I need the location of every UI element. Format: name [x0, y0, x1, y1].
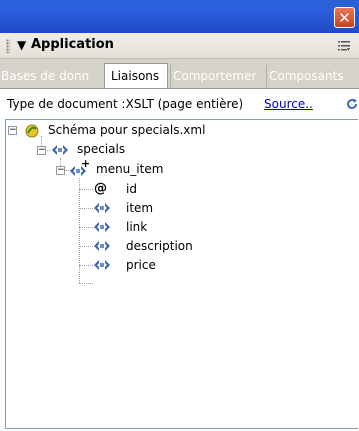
- tab-liaisons[interactable]: Liaisons: [104, 63, 168, 88]
- tab-label: Comportemer: [173, 69, 257, 83]
- tree-node-label: menu_item: [96, 162, 164, 176]
- panel-grip-handle[interactable]: [6, 39, 10, 53]
- element-icon: [94, 203, 110, 213]
- collapse-toggle-icon[interactable]: −: [56, 166, 65, 175]
- close-icon: ✕: [338, 9, 351, 27]
- tree-node-label: link: [126, 220, 148, 234]
- collapse-toggle-icon[interactable]: −: [8, 126, 17, 135]
- source-link[interactable]: Source..: [264, 97, 313, 111]
- tree-node-label: item: [126, 201, 154, 215]
- close-button[interactable]: ✕: [334, 7, 355, 28]
- panel-tabs: Bases de donn Liaisons Comportemer Compo…: [0, 59, 359, 89]
- schema-icon: [25, 124, 39, 138]
- repeating-badge: +: [81, 157, 91, 170]
- tab-composants[interactable]: Composants: [266, 65, 359, 88]
- document-type-label: Type de document :XSLT (page entière): [7, 97, 244, 111]
- panel-header[interactable]: ▼ Application: [0, 33, 359, 59]
- tree-node-label: Schéma pour specials.xml: [48, 123, 206, 137]
- window-titlebar: ✕: [0, 0, 359, 33]
- element-icon: [94, 260, 110, 270]
- tab-label: Bases de donn: [1, 69, 90, 83]
- tab-bases-de-donnees[interactable]: Bases de donn: [0, 65, 103, 88]
- refresh-icon[interactable]: [346, 98, 358, 110]
- tree-node-label: description: [126, 239, 193, 253]
- attribute-icon: @: [94, 181, 107, 196]
- collapse-toggle-icon[interactable]: −: [37, 146, 46, 155]
- bindings-tree[interactable]: − Schéma pour specials.xml − specials − …: [5, 119, 358, 429]
- element-icon: [52, 145, 68, 155]
- tab-label: Composants: [269, 69, 344, 83]
- collapse-arrow-icon[interactable]: ▼: [17, 38, 26, 52]
- tree-node-label: id: [126, 182, 137, 196]
- tree-node-label: price: [126, 258, 156, 272]
- tree-node-label: specials: [77, 142, 126, 156]
- tab-comportements[interactable]: Comportemer: [170, 65, 265, 88]
- panel-title[interactable]: Application: [31, 37, 114, 52]
- document-type-row: Type de document :XSLT (page entière) So…: [0, 90, 359, 118]
- element-icon: [94, 222, 110, 232]
- panel-options-icon[interactable]: [338, 40, 350, 52]
- element-icon: [94, 241, 110, 251]
- tab-label: Liaisons: [111, 69, 160, 83]
